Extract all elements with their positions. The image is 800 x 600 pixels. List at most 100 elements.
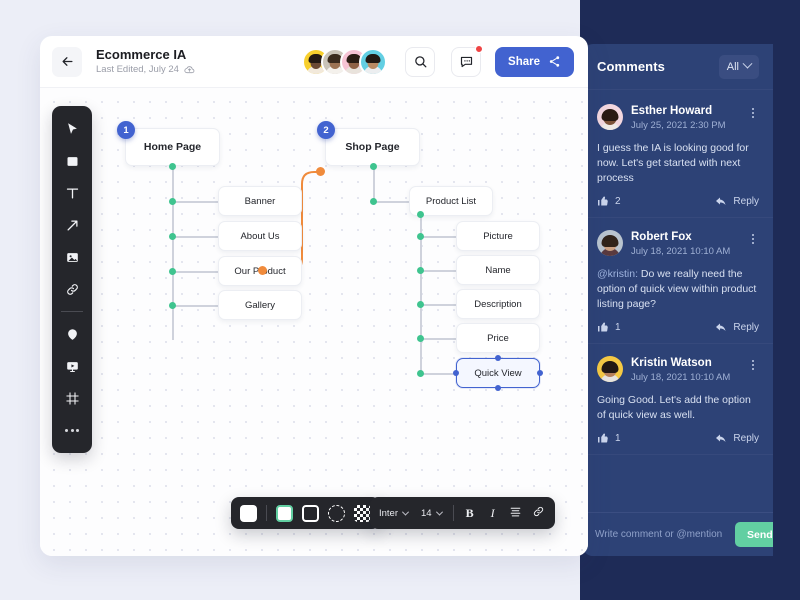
selection-handle[interactable]	[495, 385, 501, 391]
comment-text: Going Good. Let's add the option of quic…	[597, 393, 759, 423]
tool-rectangle[interactable]	[57, 146, 87, 176]
search-button[interactable]	[405, 46, 436, 77]
tool-image[interactable]	[57, 242, 87, 272]
connector-dot	[417, 301, 424, 308]
selection-handle[interactable]	[453, 370, 459, 376]
like-button[interactable]: 2	[597, 195, 621, 207]
reply-label: Reply	[733, 195, 759, 207]
node-label: Quick View	[474, 367, 522, 379]
comment-menu-icon[interactable]	[747, 230, 759, 244]
share-label: Share	[508, 55, 540, 68]
comment-item: Robert Fox July 18, 2021 10:10 AM @krist…	[583, 218, 773, 344]
chevron-down-icon	[435, 508, 443, 516]
image-icon	[66, 252, 78, 262]
connector-line	[420, 236, 456, 238]
font-size-dropdown[interactable]: 14	[421, 507, 443, 519]
node-label: Home Page	[143, 141, 202, 153]
avatar[interactable]	[359, 47, 388, 76]
tool-more[interactable]	[57, 415, 87, 445]
reply-button[interactable]: Reply	[715, 432, 759, 444]
italic-button[interactable]: I	[486, 506, 500, 521]
like-button[interactable]: 1	[597, 432, 621, 444]
node-quick-view[interactable]: Quick View	[456, 358, 540, 388]
connector-line	[420, 338, 456, 340]
selection-handle[interactable]	[537, 370, 543, 376]
comments-filter-dropdown[interactable]: All	[718, 54, 759, 79]
tool-text[interactable]	[57, 178, 87, 208]
node-label: Description	[474, 298, 522, 310]
node-label: Shop Page	[345, 141, 400, 153]
connector-dot	[370, 198, 377, 205]
font-size-value: 14	[421, 507, 432, 519]
connector-line	[172, 201, 218, 203]
node-description[interactable]: Description	[456, 289, 540, 319]
comments-list: Esther Howard July 25, 2021 2:30 PM I gu…	[583, 90, 773, 512]
comment-date: July 18, 2021 10:10 AM	[631, 372, 731, 383]
comment-menu-icon[interactable]	[747, 104, 759, 118]
tool-cursor[interactable]	[57, 114, 87, 144]
cloud-upload-icon	[184, 66, 195, 74]
node-picture[interactable]: Picture	[456, 221, 540, 251]
link-button[interactable]	[532, 505, 546, 521]
tool-present[interactable]	[57, 351, 87, 381]
style-option-outline[interactable]	[302, 504, 319, 522]
bold-button[interactable]: B	[463, 506, 477, 521]
node-home-page[interactable]: Home Page	[125, 128, 220, 166]
tool-arrow[interactable]	[57, 210, 87, 240]
like-button[interactable]: 1	[597, 321, 621, 333]
node-name[interactable]: Name	[456, 255, 540, 285]
collaborator-avatars	[302, 47, 388, 76]
node-shop-page[interactable]: Shop Page	[325, 128, 420, 166]
like-count: 1	[615, 321, 621, 333]
tool-palette	[52, 106, 92, 453]
node-banner[interactable]: Banner	[218, 186, 302, 216]
selection-handle[interactable]	[495, 355, 501, 361]
node-badge-2[interactable]: 2	[317, 121, 335, 139]
tool-frame[interactable]	[57, 383, 87, 413]
avatar	[597, 230, 623, 256]
style-option-solid[interactable]	[276, 504, 293, 522]
style-option-checker[interactable]	[354, 504, 371, 522]
text-icon	[66, 187, 78, 199]
highlight-dot	[316, 167, 325, 176]
avatar	[597, 104, 623, 130]
reply-icon	[716, 197, 726, 205]
comment-composer: Send	[583, 512, 773, 556]
connector-dot	[169, 268, 176, 275]
top-bar: Ecommerce IA Last Edited, July 24 Share	[40, 36, 588, 88]
node-gallery[interactable]: Gallery	[218, 290, 302, 320]
node-about-us[interactable]: About Us	[218, 221, 302, 251]
document-title-group: Ecommerce IA Last Edited, July 24	[96, 47, 195, 77]
connector-dot	[417, 370, 424, 377]
font-family-dropdown[interactable]: Inter	[379, 507, 410, 519]
comment-menu-icon[interactable]	[747, 356, 759, 370]
back-button[interactable]	[52, 46, 82, 77]
reply-label: Reply	[733, 321, 759, 333]
comments-panel: Comments All Esther Howard July 25, 2021…	[583, 44, 773, 556]
toolbar-divider	[266, 505, 267, 521]
comments-toggle-button[interactable]	[451, 44, 484, 77]
reply-button[interactable]: Reply	[715, 195, 759, 207]
node-badge-1[interactable]: 1	[117, 121, 135, 139]
canvas[interactable]: Home Page 1 Banner About Us Our Product …	[40, 88, 588, 556]
share-button[interactable]: Share	[495, 46, 574, 77]
connector-line	[172, 166, 174, 340]
highlight-dot	[258, 266, 267, 275]
connector-dot	[417, 211, 424, 218]
tool-link[interactable]	[57, 274, 87, 304]
font-family-value: Inter	[379, 507, 399, 519]
reply-button[interactable]: Reply	[715, 321, 759, 333]
align-icon	[510, 507, 521, 517]
node-label: Name	[485, 264, 511, 276]
fill-swatch-button[interactable]	[240, 504, 257, 522]
rectangle-icon	[67, 156, 77, 166]
tool-divider	[61, 311, 83, 312]
tool-comment-pin[interactable]	[57, 319, 87, 349]
comment-input[interactable]	[595, 529, 727, 540]
comment-date: July 18, 2021 10:10 AM	[631, 246, 731, 257]
send-button[interactable]: Send	[735, 522, 773, 547]
align-button[interactable]	[509, 505, 523, 521]
link-icon	[66, 283, 78, 295]
style-option-dashed[interactable]	[328, 504, 345, 522]
node-price[interactable]: Price	[456, 323, 540, 353]
